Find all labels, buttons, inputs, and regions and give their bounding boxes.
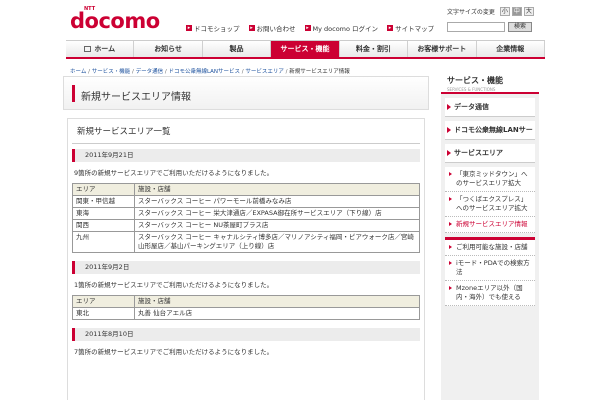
utility-links: ▸ ドコモショップ ▸ お問い合わせ ▸ My docomo ログイン ▸ サイトマップ — [186, 23, 434, 33]
store-icon: ▸ — [186, 25, 192, 31]
home-icon — [84, 46, 92, 52]
breadcrumb: ホーム / サービス・機能 / データ通信 / ドコモ公衆無線LANサービス /… — [70, 67, 350, 75]
docomo-shop-label: ドコモショップ — [194, 25, 240, 33]
sidebar-category-wlan[interactable]: ドコモ公衆無線LANサービス — [445, 121, 535, 153]
docomo-shop-link[interactable]: ▸ ドコモショップ — [186, 23, 240, 33]
col-place: 施設・店舗 — [134, 295, 420, 308]
cell-place: スターバックス コーヒー キャナルシティ博多店／マリノアシティ福岡・ピアウォーク… — [134, 231, 420, 253]
site-header: NTT docomo 文字サイズの変更 小 中 大 ▸ ドコモショップ ▸ お問い合… — [0, 0, 610, 38]
tab-services[interactable]: サービス・機能 — [271, 41, 340, 57]
contact-link[interactable]: ▸ お問い合わせ — [248, 23, 296, 33]
cell-place: 丸善 仙台アエル店 — [134, 307, 420, 320]
global-nav: ホーム お知らせ 製品 サービス・機能 料金・割引 お客様サポート 企業情報 — [66, 40, 545, 59]
col-area: エリア — [72, 183, 135, 196]
cell-place: スターバックス コーヒー 栄大津通店／EXPASA御在所サービスエリア（下り線）… — [134, 207, 420, 220]
table-row: 東北 丸善 仙台アエル店 — [72, 307, 420, 320]
lock-icon: ▸ — [304, 25, 311, 31]
search-input[interactable] — [447, 22, 505, 32]
entry-intro: 1箇所の新規サービスエリアでご利用いただけるようになりました。 — [74, 281, 274, 289]
area-table: エリア 施設・店舗 東北 丸善 仙台アエル店 — [72, 295, 420, 320]
sidebar: サービス・機能 SERVICES & FUNCTIONS データ通信 ドコモ公衆… — [441, 69, 539, 400]
sidebar-item-tsukuba[interactable]: 「つくばエクスプレス」へのサービスエリア拡大 — [445, 192, 535, 217]
cell-area: 関西 — [72, 219, 135, 232]
col-place: 施設・店舗 — [134, 183, 420, 196]
breadcrumb-area[interactable]: サービスエリア — [245, 69, 284, 75]
tab-corporate[interactable]: 企業情報 — [477, 41, 545, 57]
tab-home-label: ホーム — [94, 45, 116, 53]
sitemap-label: サイトマップ — [395, 25, 435, 33]
entry-date: 2011年9月2日 — [72, 261, 420, 274]
table-header-row: エリア 施設・店舗 — [72, 183, 420, 196]
breadcrumb-wlan[interactable]: ドコモ公衆無線LANサービス — [168, 69, 240, 75]
entry-date: 2011年9月21日 — [72, 149, 420, 162]
search-box: 検索 — [447, 22, 532, 32]
sidebar-category-area[interactable]: サービスエリア — [445, 144, 535, 163]
sidebar-header: サービス・機能 SERVICES & FUNCTIONS — [441, 69, 539, 94]
tab-news[interactable]: お知らせ — [134, 41, 203, 57]
font-size-label: 文字サイズの変更 — [447, 8, 495, 16]
cell-area: 九州 — [72, 231, 135, 253]
breadcrumb-services[interactable]: サービス・機能 — [92, 69, 131, 75]
table-row: 関東・甲信越 スターバックス コーヒー パワーモール前橋みなみ店 — [72, 195, 420, 208]
title-accent-bar — [72, 85, 75, 102]
breadcrumb-home[interactable]: ホーム — [70, 69, 86, 75]
page-title-box: 新規サービスエリア情報 — [63, 76, 429, 110]
sidebar-category-data[interactable]: データ通信 — [445, 98, 535, 117]
contact-label: お問い合わせ — [256, 25, 296, 33]
sidebar-subtitle: SERVICES & FUNCTIONS — [447, 87, 496, 92]
table-row: 関西 スターバックス コーヒー NU茶屋町プラス店 — [72, 219, 420, 232]
sidebar-item-mzone[interactable]: Mzoneエリア以外（国内・海外）でも使える — [445, 281, 535, 306]
area-list-box: 新規サービスエリア一覧 2011年9月21日 9箇所の新規サービスエリアでご利用… — [67, 118, 425, 400]
sidebar-item-new-area[interactable]: 新規サービスエリア情報 — [445, 217, 535, 233]
my-docomo-login-link[interactable]: ▸ My docomo ログイン — [304, 23, 379, 33]
page-title: 新規サービスエリア情報 — [81, 92, 191, 103]
cell-area: 東北 — [72, 307, 135, 320]
area-table: エリア 施設・店舗 関東・甲信越 スターバックス コーヒー パワーモール前橋みなみ店… — [72, 183, 420, 253]
font-size-large-button[interactable]: 大 — [523, 6, 534, 16]
col-area: エリア — [72, 295, 135, 308]
sidebar-item-midtown[interactable]: 「東京ミッドタウン」へのサービスエリア拡大 — [445, 167, 535, 192]
sidebar-item-facilities[interactable]: ご利用可能な施設・店舗 — [445, 240, 535, 256]
mail-icon: ▸ — [248, 25, 255, 31]
entry-intro: 7箇所の新規サービスエリアでご利用いただけるようになりました。 — [74, 348, 274, 356]
section-title: 新規サービスエリア一覧 — [72, 119, 420, 144]
sitemap-link[interactable]: ▸ サイトマップ — [387, 23, 434, 33]
cell-place: スターバックス コーヒー パワーモール前橋みなみ店 — [134, 195, 420, 208]
sidebar-title: サービス・機能 — [447, 76, 503, 85]
my-docomo-login-label: My docomo ログイン — [312, 25, 379, 33]
cell-area: 関東・甲信越 — [72, 195, 135, 208]
table-header-row: エリア 施設・店舗 — [72, 295, 420, 308]
font-size-medium-button[interactable]: 中 — [511, 6, 522, 16]
table-row: 九州 スターバックス コーヒー キャナルシティ博多店／マリノアシティ福岡・ピアウォ… — [72, 231, 420, 253]
cell-place: スターバックス コーヒー NU茶屋町プラス店 — [134, 219, 420, 232]
tab-home[interactable]: ホーム — [66, 41, 135, 57]
font-size-small-button[interactable]: 小 — [499, 6, 510, 16]
cell-area: 東海 — [72, 207, 135, 220]
tab-support[interactable]: お客様サポート — [408, 41, 477, 57]
main-content: 新規サービスエリア情報 新規サービスエリア一覧 2011年9月21日 9箇所の新… — [63, 76, 429, 400]
entry-intro: 9箇所の新規サービスエリアでご利用いただけるようになりました。 — [74, 169, 274, 177]
sitemap-icon: ▸ — [387, 25, 394, 31]
breadcrumb-data[interactable]: データ通信 — [136, 69, 164, 75]
docomo-logo[interactable]: docomo — [70, 11, 160, 32]
entry-date: 2011年8月10日 — [72, 328, 420, 341]
tab-products[interactable]: 製品 — [203, 41, 272, 57]
tab-pricing[interactable]: 料金・割引 — [340, 41, 409, 57]
breadcrumb-current: 新規サービスエリア情報 — [289, 69, 350, 75]
table-row: 東海 スターバックス コーヒー 栄大津通店／EXPASA御在所サービスエリア（下り… — [72, 207, 420, 220]
search-button[interactable]: 検索 — [508, 22, 532, 32]
sidebar-item-search-method[interactable]: iモード・PDAでの検索方法 — [445, 256, 535, 281]
font-size-control: 文字サイズの変更 小 中 大 — [447, 6, 534, 16]
